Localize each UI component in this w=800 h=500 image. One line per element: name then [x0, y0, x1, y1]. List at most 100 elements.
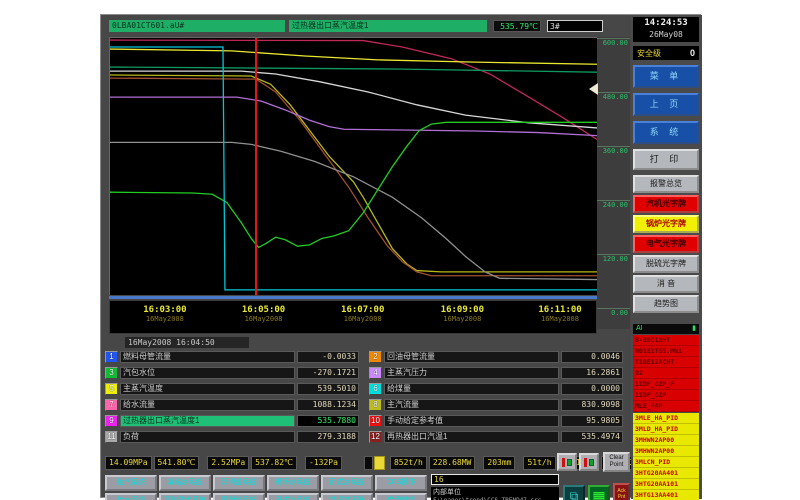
- sidebar-button[interactable]: 汽机光字牌: [633, 195, 699, 213]
- alarm-item[interactable]: 3HTG20AA401: [633, 468, 699, 479]
- clear-point-button[interactable]: Clear Point: [603, 452, 630, 472]
- scale-tick-label: 0.00: [597, 308, 630, 317]
- trace-number-chip: 7: [105, 399, 118, 411]
- sidebar-button[interactable]: 打 印: [633, 149, 699, 170]
- nav-button[interactable]: 密封油系统: [213, 493, 265, 500]
- nav-button[interactable]: CCS操作: [375, 475, 427, 491]
- page-info-title: 内部单位: [433, 488, 557, 497]
- trend-plot[interactable]: [109, 37, 597, 295]
- trace-number-chip: 8: [369, 399, 382, 411]
- status-value: -132Pa: [305, 456, 342, 470]
- alarm-item[interactable]: 3MLE_HA_PID: [633, 413, 699, 424]
- command-input[interactable]: 16: [431, 474, 559, 485]
- alarm-item[interactable]: N01E1TSS.MN1: [633, 346, 699, 357]
- scale-tick-label: 600.00: [597, 38, 630, 47]
- network-icon[interactable]: ⧉: [563, 485, 585, 500]
- nav-button[interactable]: 润滑油系统: [213, 475, 265, 491]
- trace-number-chip: 10: [369, 415, 382, 427]
- alarm-item[interactable]: 3HTG20AA101: [633, 479, 699, 490]
- nav-button[interactable]: 抽汽系统: [105, 475, 157, 491]
- clear-point-label-1: Clear: [605, 455, 628, 462]
- trace-label: 主蒸汽温度: [120, 383, 295, 395]
- tick-date: 16May2008: [242, 315, 285, 323]
- series-olive: [110, 75, 597, 272]
- trace-row[interactable]: 10 手动给定参考值 95.9805: [369, 415, 623, 427]
- trace-number-chip: 12: [369, 431, 382, 443]
- trace-row[interactable]: 9 过热器出口蒸汽温度1 535.7880: [105, 415, 359, 427]
- sidebar-button[interactable]: 菜 单: [633, 65, 699, 88]
- trace-row[interactable]: 7 给水流量 1088.1234: [105, 399, 359, 411]
- trace-row[interactable]: 2 回油母管流量 0.0046: [369, 351, 623, 363]
- sidebar-button[interactable]: 报警总览: [633, 175, 699, 193]
- trend-toggle-button-2[interactable]: [579, 453, 599, 471]
- scale-tick-label: 240.00: [597, 200, 630, 209]
- value-marker-arrow-icon[interactable]: [589, 83, 598, 95]
- trace-number-chip: 9: [105, 415, 118, 427]
- trace-number-chip: 5: [105, 383, 118, 395]
- alarm-item[interactable]: 3MLD_HA_PID: [633, 424, 699, 435]
- trace-row[interactable]: 6 给煤量 0.0000: [369, 383, 623, 395]
- status-value: 537.82℃: [251, 456, 297, 470]
- sidebar-button[interactable]: 消 音: [633, 275, 699, 293]
- alarm-item[interactable]: 3MHWN2AP00: [633, 435, 699, 446]
- alarm-list-header: AI ▮: [633, 324, 699, 334]
- nav-button[interactable]: 高加疏水系统: [159, 493, 211, 500]
- nav-button[interactable]: 减温减压器: [321, 493, 373, 500]
- alarm-item[interactable]: 1IDF_GZP: [633, 390, 699, 401]
- trace-entry-field[interactable]: 3#: [547, 20, 603, 32]
- security-value: 0: [690, 48, 695, 58]
- nav-button[interactable]: 凝结水系统: [159, 475, 211, 491]
- trace-row[interactable]: 1 燃料母管流量 -0.0033: [105, 351, 359, 363]
- series-green: [110, 122, 597, 247]
- trace-value: 0.0000: [561, 383, 623, 395]
- trace-number-chip: 11: [105, 431, 118, 443]
- sidebar: 14:24:53 26May08 安全级 0 菜 单上 页系 统打 印报警总览汽…: [631, 15, 702, 499]
- alarm-item[interactable]: 1IDF_GZP_F: [633, 379, 699, 390]
- trace-number-chip: 1: [105, 351, 118, 363]
- trace-label: 再热器出口汽温1: [384, 431, 559, 443]
- trace-row[interactable]: 5 主蒸汽温度 539.5010: [105, 383, 359, 395]
- nav-button[interactable]: 启动趋势: [375, 493, 427, 500]
- trace-row[interactable]: 12 再热器出口汽温1 535.4974: [369, 431, 623, 443]
- trace-value: 1088.1234: [297, 399, 359, 411]
- status-value: 2.52MPa: [207, 456, 249, 470]
- series-cyan: [110, 47, 597, 290]
- nav-button[interactable]: 给水系统: [105, 493, 157, 500]
- trend-toggle-button-1[interactable]: [557, 453, 577, 471]
- tick-time: 16:11:00: [538, 305, 581, 315]
- trace-value: 539.5010: [297, 383, 359, 395]
- ack-point-button[interactable]: Ack Pnt: [613, 483, 630, 500]
- sidebar-button[interactable]: 上 页: [633, 93, 699, 116]
- alarm-item[interactable]: 3MLCN_PID: [633, 457, 699, 468]
- nav-button[interactable]: 开式水系统: [267, 493, 319, 500]
- sidebar-button[interactable]: 趋势图: [633, 295, 699, 313]
- alarm-item[interactable]: 3HTG13AA401: [633, 490, 699, 500]
- trace-value: 16.2861: [561, 367, 623, 379]
- grid-icon[interactable]: ▦: [588, 485, 610, 500]
- tick-time: 16:05:00: [242, 305, 285, 315]
- trace-label: 负荷: [120, 431, 295, 443]
- nav-button[interactable]: 循环水系统: [267, 475, 319, 491]
- alarm-item[interactable]: 3MHWN2AP00: [633, 446, 699, 457]
- trace-row[interactable]: 3 汽包水位 -270.1721: [105, 367, 359, 379]
- alarm-item[interactable]: T1BE12ACHT: [633, 357, 699, 368]
- sidebar-button[interactable]: 系 统: [633, 121, 699, 144]
- alarm-item[interactable]: B-B9O18HT: [633, 335, 699, 346]
- trace-row[interactable]: 11 负荷 279.3188: [105, 431, 359, 443]
- trace-value: 535.7880: [297, 415, 359, 427]
- trace-number-chip: 6: [369, 383, 382, 395]
- time-cursor-line[interactable]: [255, 38, 257, 295]
- screen: 0LBA01CT601.aU# 过热器出口蒸汽温度1 535.79℃ 3# 60…: [0, 0, 800, 500]
- trace-row[interactable]: 4 主蒸汽压力 16.2861: [369, 367, 623, 379]
- trace-row[interactable]: 8 主汽流量 830.9098: [369, 399, 623, 411]
- tick-date: 16May2008: [143, 315, 186, 323]
- trace-value: 535.4974: [561, 431, 623, 443]
- nav-button[interactable]: 闭式水系统: [321, 475, 373, 491]
- clock: 14:24:53 26May08: [633, 17, 699, 42]
- alarm-item[interactable]: O2: [633, 368, 699, 379]
- tick-date: 16May2008: [441, 315, 484, 323]
- sidebar-button[interactable]: 脱硫光字牌: [633, 255, 699, 273]
- alarm-item[interactable]: MLE_PAP: [633, 401, 699, 412]
- sidebar-button[interactable]: 电气光字牌: [633, 235, 699, 253]
- sidebar-button[interactable]: 锅炉光字牌: [633, 215, 699, 233]
